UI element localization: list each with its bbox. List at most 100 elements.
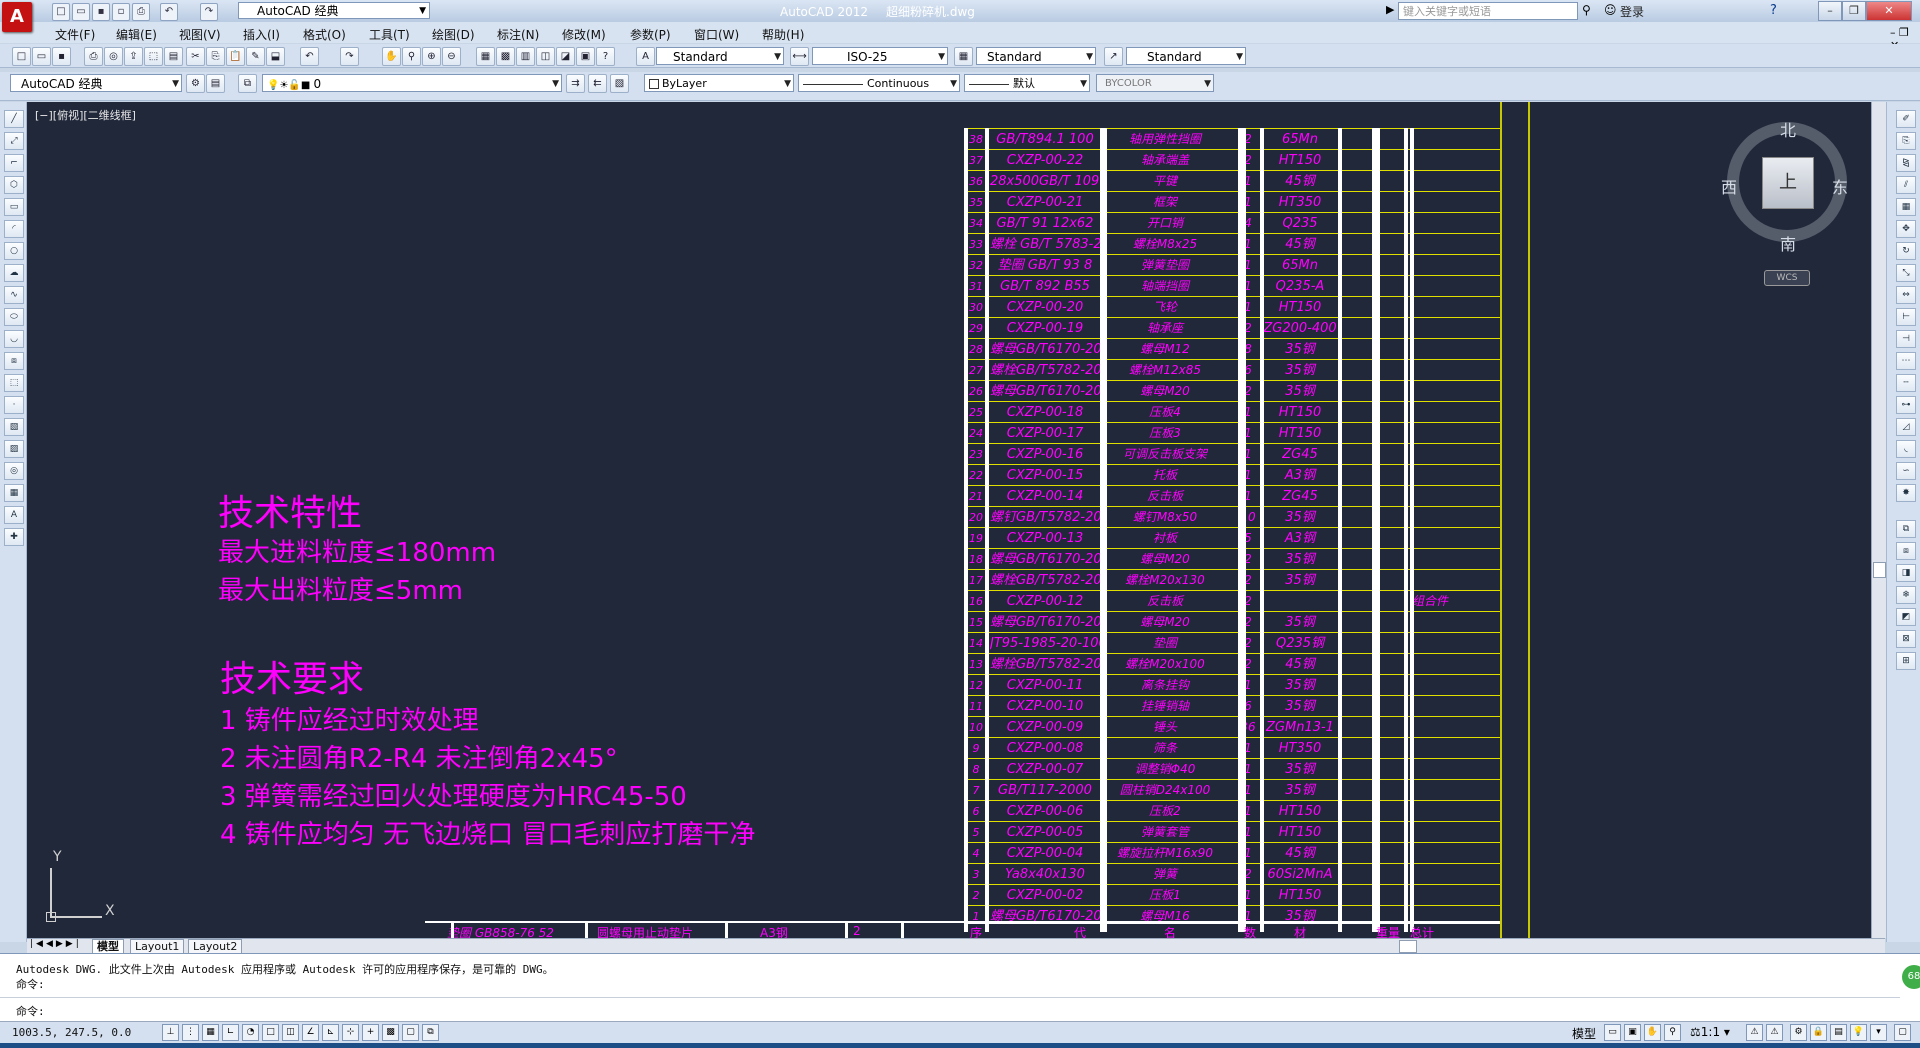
status-menu-icon[interactable]: ▾ bbox=[1870, 1024, 1887, 1041]
copy-object-icon[interactable]: ⎘ bbox=[1896, 132, 1916, 150]
layer-off-icon[interactable]: ◩ bbox=[1896, 608, 1916, 626]
annotation-scale[interactable]: ⚖1:1 ▾ bbox=[1690, 1025, 1730, 1039]
gradient-icon[interactable]: ▨ bbox=[4, 440, 24, 458]
polyline-icon[interactable]: ⌐ bbox=[4, 154, 24, 172]
workspace-dropdown-2[interactable]: AutoCAD 经典 ▼ bbox=[10, 74, 182, 92]
paste-icon[interactable]: 📋 bbox=[226, 47, 245, 66]
command-input[interactable]: 命令: bbox=[16, 1003, 1896, 1019]
quickcalc-icon[interactable]: ▣ bbox=[576, 47, 595, 66]
spline-icon[interactable]: ∿ bbox=[4, 286, 24, 304]
auto-scale-icon[interactable]: ⚠ bbox=[1766, 1024, 1783, 1041]
copy-icon[interactable]: ⎘ bbox=[206, 47, 225, 66]
ducs-icon[interactable]: ⊾ bbox=[322, 1024, 339, 1041]
menu-window[interactable]: 窗口(W) bbox=[694, 26, 739, 43]
text-style-icon[interactable]: A bbox=[636, 47, 655, 66]
fillet-icon[interactable]: ◟ bbox=[1896, 440, 1916, 458]
layer-merge-icon[interactable]: ⊞ bbox=[1896, 652, 1916, 670]
wcs-menu[interactable]: WCS bbox=[1764, 270, 1810, 286]
menu-tools[interactable]: 工具(T) bbox=[369, 26, 410, 43]
mirror-icon[interactable]: ⧎ bbox=[1896, 154, 1916, 172]
point-icon[interactable]: · bbox=[4, 396, 24, 414]
blend-icon[interactable]: ∽ bbox=[1896, 462, 1916, 480]
break-icon[interactable]: ╌ bbox=[1896, 374, 1916, 392]
layer-walk-icon[interactable]: ⧈ bbox=[1896, 542, 1916, 560]
layer-properties-icon[interactable]: ⧉ bbox=[238, 74, 257, 93]
join-icon[interactable]: ⊶ bbox=[1896, 396, 1916, 414]
circle-icon[interactable]: ○ bbox=[4, 242, 24, 260]
viewcube-west[interactable]: 西 bbox=[1721, 174, 1737, 198]
region-icon[interactable]: ◎ bbox=[4, 462, 24, 480]
tab-layout2[interactable]: Layout2 bbox=[188, 939, 243, 954]
rectangle-icon[interactable]: ▭ bbox=[4, 198, 24, 216]
scale-icon[interactable]: ⤡ bbox=[1896, 264, 1916, 282]
help-icon[interactable]: ? bbox=[1770, 3, 1777, 18]
zoom-window-icon[interactable]: ⊕ bbox=[422, 47, 441, 66]
line-icon[interactable]: ╱ bbox=[4, 110, 24, 128]
revcloud-icon[interactable]: ☁ bbox=[4, 264, 24, 282]
publish-icon[interactable]: ⇪ bbox=[124, 47, 143, 66]
3d-print-icon[interactable]: ⬚ bbox=[144, 47, 163, 66]
array-icon[interactable]: ▦ bbox=[1896, 198, 1916, 216]
restore-button[interactable]: ❐ bbox=[1842, 1, 1866, 21]
login-link[interactable]: 登录 bbox=[1620, 3, 1644, 20]
sheet-set-icon[interactable]: ◫ bbox=[536, 47, 555, 66]
ellipse-icon[interactable]: ⬭ bbox=[4, 308, 24, 326]
chamfer-icon[interactable]: ◿ bbox=[1896, 418, 1916, 436]
text-style-dropdown[interactable]: Standard ▼ bbox=[656, 47, 784, 65]
toolbar-lock-icon[interactable]: 🔒 bbox=[1810, 1024, 1827, 1041]
help-search-input[interactable]: 键入关键字或短语 bbox=[1398, 2, 1578, 20]
draw-order-icon[interactable]: ⧉ bbox=[1896, 520, 1916, 538]
table-style-icon[interactable]: ▦ bbox=[954, 47, 973, 66]
arc-icon[interactable]: ◜ bbox=[4, 220, 24, 238]
linetype-dropdown[interactable]: Continuous ▼ bbox=[798, 74, 960, 92]
open-icon[interactable]: ▭ bbox=[72, 3, 90, 21]
color-dropdown[interactable]: ByLayer ▼ bbox=[644, 74, 794, 92]
tab-navigation-arrows[interactable]: |◀◀▶▶| bbox=[30, 939, 82, 949]
redo-icon[interactable]: ↷ bbox=[200, 3, 218, 21]
minimize-button[interactable]: – bbox=[1818, 1, 1842, 21]
layer-isolate-icon[interactable]: ◨ bbox=[1896, 564, 1916, 582]
menu-insert[interactable]: 插入(I) bbox=[243, 26, 280, 43]
viewport-controls[interactable]: [−][俯视][二维线框] bbox=[35, 107, 136, 123]
preview-icon[interactable]: ◎ bbox=[104, 47, 123, 66]
user-icon[interactable]: ☺ bbox=[1604, 3, 1617, 17]
batch-plot-icon[interactable]: ▤ bbox=[164, 47, 183, 66]
tool-palettes-icon[interactable]: ▥ bbox=[516, 47, 535, 66]
qnew-icon[interactable]: □ bbox=[12, 47, 31, 66]
lineweight-toggle-icon[interactable]: + bbox=[362, 1024, 379, 1041]
erase-icon[interactable]: ✐ bbox=[1896, 110, 1916, 128]
horizontal-scrollbar[interactable] bbox=[27, 938, 1885, 953]
save-icon[interactable]: ▪ bbox=[92, 3, 110, 21]
viewcube-south[interactable]: 南 bbox=[1780, 231, 1796, 255]
block-editor-icon[interactable]: ⬓ bbox=[266, 47, 285, 66]
quick-view-drawings-icon[interactable]: ▣ bbox=[1624, 1024, 1641, 1041]
cut-icon[interactable]: ✂ bbox=[186, 47, 205, 66]
table-style-dropdown[interactable]: Standard ▼ bbox=[976, 47, 1096, 65]
workspace-dropdown[interactable]: AutoCAD 经典 ▼ bbox=[238, 2, 430, 19]
dim-style-icon[interactable]: ⟷ bbox=[790, 47, 809, 66]
properties-icon[interactable]: ▦ bbox=[476, 47, 495, 66]
search-toggle-icon[interactable]: ▶ bbox=[1386, 3, 1394, 16]
new-icon[interactable]: □ bbox=[52, 3, 70, 21]
menu-format[interactable]: 格式(O) bbox=[303, 26, 346, 43]
layer-dropdown[interactable]: 💡☀🔓■ 0 ▼ bbox=[262, 74, 562, 92]
undo-icon[interactable]: ↶ bbox=[300, 47, 319, 66]
make-block-icon[interactable]: ⬚ bbox=[4, 374, 24, 392]
snap-mode-icon[interactable]: ⋮ bbox=[182, 1024, 199, 1041]
make-current-layer-icon[interactable]: ⇉ bbox=[566, 74, 585, 93]
isolate-objects-icon[interactable]: 💡 bbox=[1850, 1024, 1867, 1041]
menu-parameters[interactable]: 参数(P) bbox=[630, 26, 671, 43]
rotate-icon[interactable]: ↻ bbox=[1896, 242, 1916, 260]
extend-icon[interactable]: ⊣ bbox=[1896, 330, 1916, 348]
mleader-style-dropdown[interactable]: Standard ▼ bbox=[1126, 47, 1246, 65]
menu-file[interactable]: 文件(F) bbox=[55, 26, 95, 43]
polar-tracking-icon[interactable]: ◔ bbox=[242, 1024, 259, 1041]
binoculars-icon[interactable]: ⚲ bbox=[1582, 3, 1591, 17]
zoom-previous-icon[interactable]: ⊖ bbox=[442, 47, 461, 66]
offset-icon[interactable]: ⫽ bbox=[1896, 176, 1916, 194]
tab-model[interactable]: 模型 bbox=[92, 939, 124, 954]
save-icon[interactable]: ▪ bbox=[52, 47, 71, 66]
pan-icon[interactable]: ✋ bbox=[382, 47, 401, 66]
quick-properties-icon[interactable]: ▢ bbox=[402, 1024, 419, 1041]
menu-edit[interactable]: 编辑(E) bbox=[116, 26, 157, 43]
